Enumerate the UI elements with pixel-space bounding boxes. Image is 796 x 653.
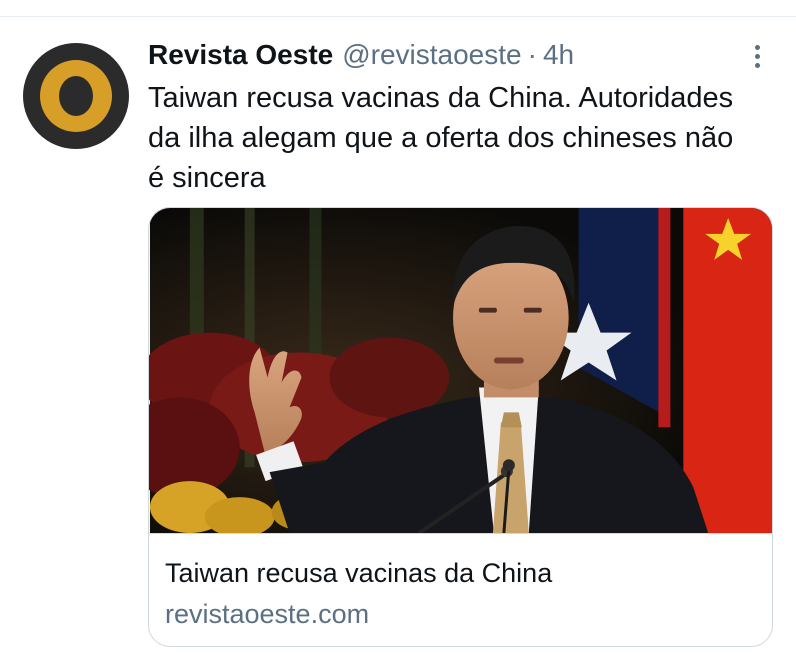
author-handle[interactable]: @revistaoeste [342,37,521,73]
author-display-name[interactable]: Revista Oeste [148,37,333,73]
card-title: Taiwan recusa vacinas da China [165,558,553,588]
tweet-timestamp[interactable]: 4h [543,37,574,73]
revista-oeste-logo-icon [40,60,112,132]
tweet-text: Taiwan recusa vacinas da China. Autorida… [148,82,734,194]
header-separator: · [527,39,537,70]
link-card[interactable]: Taiwan recusa vacinas da China revistaoe… [148,207,773,647]
card-domain: revistaoeste.com [165,599,370,629]
card-image [149,208,772,534]
avatar[interactable] [23,43,129,149]
more-options-icon[interactable] [742,39,772,73]
tweet[interactable]: Revista Oeste @revistaoeste · 4h Taiwan … [0,17,796,653]
tweet-header: Revista Oeste @revistaoeste · 4h [148,37,574,73]
